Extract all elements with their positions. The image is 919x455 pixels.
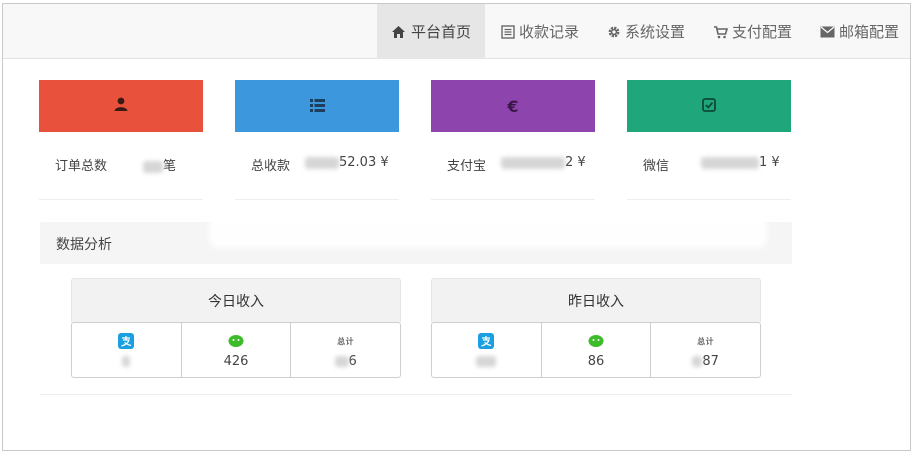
income-value: 426 xyxy=(223,354,249,369)
card-value: 2 ¥ xyxy=(501,155,586,170)
income-cell-alipay xyxy=(72,323,182,377)
income-cell-total: 总计 87 xyxy=(651,323,760,377)
check-square-icon xyxy=(702,97,716,116)
home-icon xyxy=(391,24,407,40)
card-value: 笔 xyxy=(143,155,176,174)
alipay-icon xyxy=(118,332,135,350)
total-icon: 总计 xyxy=(697,336,715,346)
app-frame: 平台首页 收款记录 系统设置 支付配置 邮箱配置 订单总数 笔 总收款 52.0… xyxy=(2,3,911,451)
income-cell-wechat: 426 xyxy=(182,323,292,377)
card-label: 微信 xyxy=(643,159,670,174)
envelope-icon xyxy=(820,24,835,40)
card-label: 总收款 xyxy=(251,159,291,174)
nav-item-label: 系统设置 xyxy=(625,23,686,41)
card-value: 52.03 ¥ xyxy=(305,155,389,170)
income-value xyxy=(476,354,497,369)
card-label: 订单总数 xyxy=(55,159,108,174)
nav-item-label: 收款记录 xyxy=(519,23,580,41)
redaction-mark xyxy=(209,214,767,248)
yesterday-income-panel: 昨日收入 86 总计 87 xyxy=(431,278,761,378)
gear-icon xyxy=(607,24,621,40)
nav-item-label: 邮箱配置 xyxy=(839,23,900,41)
top-nav: 平台首页 收款记录 系统设置 支付配置 邮箱配置 xyxy=(3,4,910,59)
total-icon: 总计 xyxy=(337,336,355,346)
nav-item-records[interactable]: 收款记录 xyxy=(487,4,591,59)
card-label: 支付宝 xyxy=(447,159,487,174)
income-value: 87 xyxy=(692,354,719,369)
income-value: 6 xyxy=(334,354,357,369)
nav-item-email[interactable]: 邮箱配置 xyxy=(806,4,910,59)
euro-icon: € xyxy=(507,96,519,116)
nav-item-label: 平台首页 xyxy=(410,23,471,41)
card-body: 微信 1 ¥ xyxy=(627,132,791,200)
divider xyxy=(40,394,792,395)
income-cell-total: 总计 6 xyxy=(291,323,400,377)
income-cell-alipay xyxy=(432,323,542,377)
income-value xyxy=(122,354,131,369)
income-grid: 426 总计 6 xyxy=(71,322,401,378)
stat-card-alipay: € 支付宝 2 ¥ xyxy=(431,80,595,200)
card-header xyxy=(235,80,399,132)
income-value: 86 xyxy=(587,354,605,369)
card-body: 订单总数 笔 xyxy=(39,132,203,200)
nav-item-label: 支付配置 xyxy=(732,23,793,41)
alipay-icon xyxy=(478,332,495,350)
today-income-panel: 今日收入 426 总计 6 xyxy=(71,278,401,378)
card-body: 支付宝 2 ¥ xyxy=(431,132,595,200)
card-body: 总收款 52.03 ¥ xyxy=(235,132,399,200)
stat-card-wechat: 微信 1 ¥ xyxy=(627,80,791,200)
income-grid: 86 总计 87 xyxy=(431,322,761,378)
list-icon xyxy=(309,97,325,116)
income-cell-wechat: 86 xyxy=(542,323,652,377)
card-header: € xyxy=(431,80,595,132)
nav-item-settings[interactable]: 系统设置 xyxy=(593,4,697,59)
wechat-icon xyxy=(228,332,244,350)
nav-item-payment[interactable]: 支付配置 xyxy=(699,4,803,59)
card-header xyxy=(627,80,791,132)
stat-card-orders: 订单总数 笔 xyxy=(39,80,203,200)
user-icon xyxy=(113,96,129,116)
nav-item-home[interactable]: 平台首页 xyxy=(377,4,485,59)
panel-title: 昨日收入 xyxy=(431,278,761,322)
card-value: 1 ¥ xyxy=(701,155,780,170)
list-icon xyxy=(501,24,515,40)
wechat-icon xyxy=(588,332,604,350)
card-header xyxy=(39,80,203,132)
cart-icon xyxy=(713,24,728,40)
analysis-title: 数据分析 xyxy=(56,237,112,253)
panel-title: 今日收入 xyxy=(71,278,401,322)
stat-card-total: 总收款 52.03 ¥ xyxy=(235,80,399,200)
